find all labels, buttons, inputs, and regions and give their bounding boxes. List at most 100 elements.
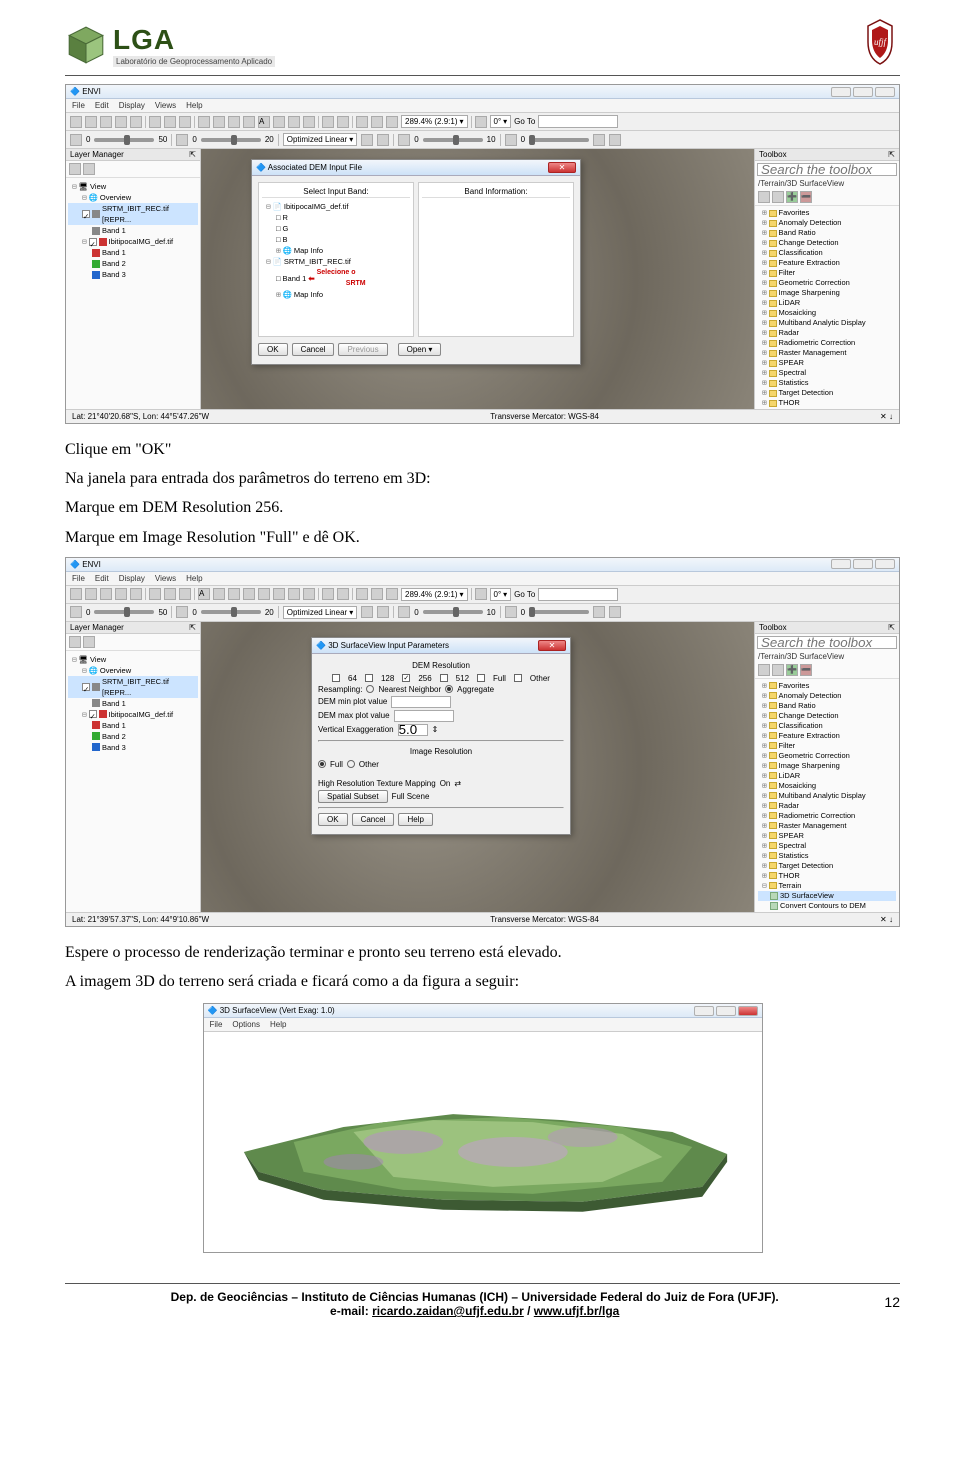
close-button[interactable] [875, 559, 895, 569]
dlg-b[interactable]: B [283, 234, 288, 245]
status-cancel-icon[interactable]: ✕ ↓ [880, 412, 893, 421]
dem-max-input[interactable] [394, 710, 454, 722]
open-button[interactable]: Open ▾ [398, 343, 442, 356]
radio-agg[interactable] [445, 685, 453, 693]
refresh-icon[interactable] [377, 134, 389, 146]
dialog-close-button[interactable]: ✕ [538, 640, 566, 651]
rotate-icon[interactable] [475, 588, 487, 600]
radio-full[interactable] [318, 760, 326, 768]
map-view[interactable]: 🔷 3D SurfaceView Input Parameters ✕ DEM … [201, 622, 754, 912]
contrast-icon[interactable] [176, 606, 188, 618]
menu-file[interactable]: File [210, 1020, 223, 1029]
brightness-icon[interactable] [70, 134, 82, 146]
dem-min-input[interactable] [391, 696, 451, 708]
roi-icon[interactable] [164, 588, 176, 600]
vexag-spinner-icon[interactable]: ⇕ [432, 725, 439, 734]
minimize-button[interactable] [831, 87, 851, 97]
filter-folder[interactable]: Filter [779, 268, 796, 278]
picture-icon[interactable] [303, 116, 315, 128]
terrain-folder[interactable]: Terrain [779, 408, 802, 409]
target-folder[interactable]: Target Detection [779, 388, 834, 398]
undock-icon[interactable]: ⇱ [189, 623, 196, 632]
tree-band3[interactable]: Band 3 [102, 269, 126, 280]
hist-icon[interactable] [361, 134, 373, 146]
pan-icon[interactable] [115, 588, 127, 600]
transparency-icon[interactable] [505, 606, 517, 618]
lidar-folder[interactable]: LiDAR [779, 298, 801, 308]
radio-nn[interactable] [366, 685, 374, 693]
dialog-close-button[interactable]: ✕ [548, 162, 576, 173]
anomaly-folder[interactable]: Anomaly Detection [779, 218, 842, 228]
toolbox-search[interactable] [757, 636, 897, 649]
maximize-button[interactable] [716, 1006, 736, 1016]
bandratio-folder[interactable]: Band Ratio [779, 228, 816, 238]
ok-button[interactable]: OK [258, 343, 288, 356]
dlg-g[interactable]: G [283, 223, 289, 234]
brightness-slider[interactable] [94, 610, 154, 614]
blend-icon[interactable] [609, 606, 621, 618]
toolbox-search[interactable] [757, 163, 897, 176]
imgsharp-folder[interactable]: Image Sharpening [779, 288, 840, 298]
mosaic-folder[interactable]: Mosaicking [779, 308, 817, 318]
fly-icon[interactable] [130, 588, 142, 600]
open-icon[interactable] [70, 116, 82, 128]
chk-64[interactable] [332, 674, 340, 682]
map-view[interactable]: 🔷 Associated DEM Input File ✕ Select Inp… [201, 149, 754, 409]
status-cancel-icon[interactable]: ✕ ↓ [880, 915, 893, 924]
rotate-icon[interactable] [475, 116, 487, 128]
zoom-out-icon[interactable] [371, 116, 383, 128]
cursor-icon[interactable] [179, 588, 191, 600]
vexag-input[interactable] [398, 724, 428, 736]
save-icon[interactable] [85, 588, 97, 600]
geom-folder[interactable]: Geometric Correction [779, 278, 850, 288]
crosshair-icon[interactable] [322, 116, 334, 128]
sharpen-icon[interactable] [398, 606, 410, 618]
pan-icon[interactable] [115, 116, 127, 128]
thor-folder[interactable]: THOR [779, 398, 800, 408]
contrast-slider[interactable] [201, 138, 261, 142]
transparency-icon[interactable] [505, 134, 517, 146]
text-icon[interactable]: A [198, 588, 210, 600]
ellipse-icon[interactable] [243, 588, 255, 600]
change-folder[interactable]: Change Detection [779, 238, 839, 248]
zoom-in-icon[interactable] [356, 588, 368, 600]
expand-icon[interactable] [758, 191, 770, 203]
fly-icon[interactable] [130, 116, 142, 128]
stretch-dropdown[interactable]: Optimized Linear ▾ [283, 606, 358, 619]
line-icon[interactable] [273, 588, 285, 600]
menu-options[interactable]: Options [232, 1020, 260, 1029]
save-icon[interactable] [85, 116, 97, 128]
multi-folder[interactable]: Multiband Analytic Display [779, 318, 866, 328]
dlg-r[interactable]: R [283, 212, 288, 223]
open-icon[interactable] [70, 588, 82, 600]
hrtex-toggle-icon[interactable]: ⇄ [454, 779, 461, 788]
radio-folder[interactable]: Radiometric Correction [779, 338, 856, 348]
tree-band1a[interactable]: Band 1 [102, 225, 126, 236]
chk-512[interactable] [440, 674, 448, 682]
class-folder[interactable]: Classification [779, 248, 823, 258]
folder-icon[interactable] [83, 636, 95, 648]
tree-overview[interactable]: Overview [100, 192, 131, 203]
terrain-3d-view[interactable] [204, 1032, 762, 1252]
rect-icon[interactable] [228, 588, 240, 600]
north-icon[interactable] [337, 116, 349, 128]
poly-icon[interactable] [228, 116, 240, 128]
fav-folder[interactable]: Favorites [779, 208, 810, 218]
collapse-icon[interactable] [772, 191, 784, 203]
zoom-level[interactable]: 289.4% (2.9:1) ▾ [401, 115, 468, 128]
menu-help[interactable]: Help [186, 574, 202, 583]
menu-help[interactable]: Help [270, 1020, 286, 1029]
vector-icon[interactable] [149, 116, 161, 128]
north-icon[interactable] [337, 588, 349, 600]
expand-icon[interactable] [758, 664, 770, 676]
zoom-fit-icon[interactable] [386, 588, 398, 600]
rotate-value[interactable]: 0° ▾ [490, 588, 512, 601]
tree-view[interactable]: View [90, 181, 106, 192]
previous-button[interactable]: Previous [338, 343, 387, 356]
rect-icon[interactable] [198, 116, 210, 128]
close-button[interactable] [875, 87, 895, 97]
help-button[interactable]: Help [398, 813, 432, 826]
undock-icon[interactable]: ⇱ [888, 150, 895, 159]
vector-icon[interactable] [149, 588, 161, 600]
spear-folder[interactable]: SPEAR [779, 358, 804, 368]
